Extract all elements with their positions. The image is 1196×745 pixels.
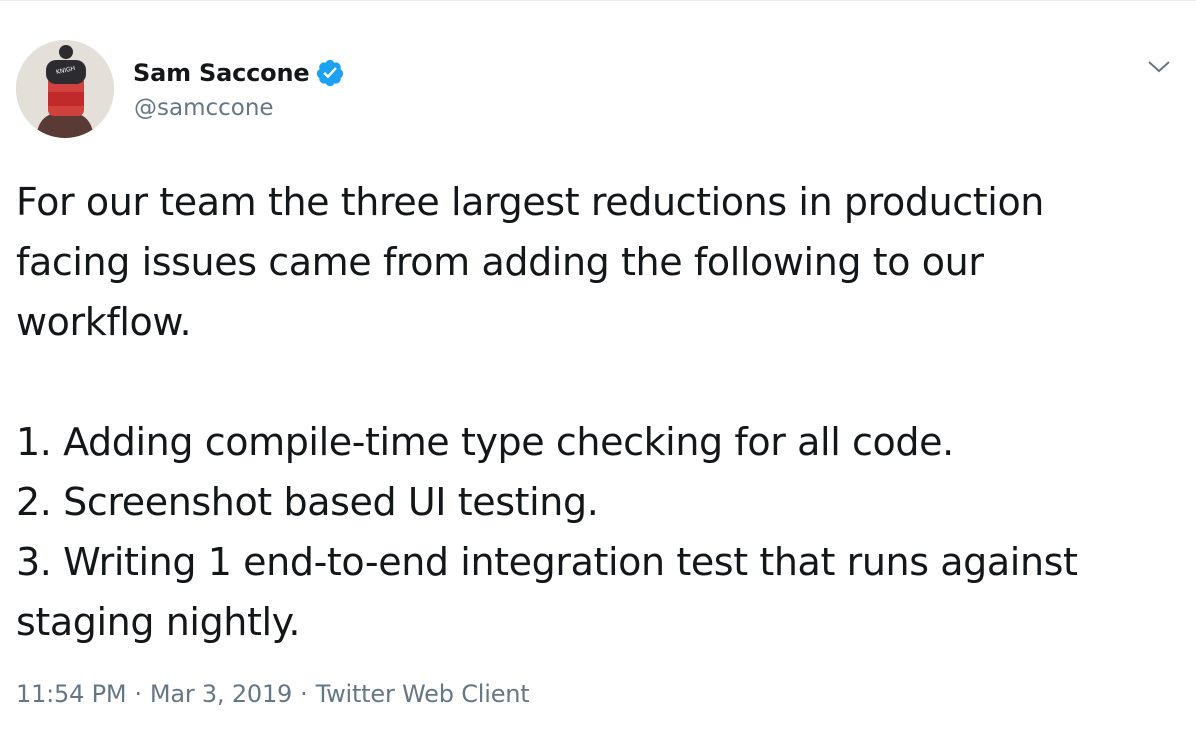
tweet-line: 2. Screenshot based UI testing. xyxy=(16,480,599,524)
meta-separator: · xyxy=(300,680,308,708)
author-name-row: Sam Saccone xyxy=(133,55,345,91)
tweet-line: 1. Adding compile-time type checking for… xyxy=(16,420,954,464)
tweet-time: 11:54 PM xyxy=(16,680,127,708)
tweet-line: 3. Writing 1 end-to-end integration test… xyxy=(16,540,1078,584)
tweet-text: For our team the three largest reduction… xyxy=(16,172,1186,652)
verified-badge-icon xyxy=(315,58,345,88)
tweet-line: facing issues came from adding the follo… xyxy=(16,240,984,284)
tweet-date: Mar 3, 2019 xyxy=(149,680,293,708)
author-handle[interactable]: @samccone xyxy=(134,95,274,121)
chevron-down-icon[interactable] xyxy=(1146,54,1172,80)
meta-separator: · xyxy=(134,680,142,708)
tweet-line: staging nightly. xyxy=(16,600,300,644)
author-avatar[interactable]: KNIGH xyxy=(16,40,114,138)
author-display-name[interactable]: Sam Saccone xyxy=(133,59,310,87)
tweet-client-link[interactable]: Twitter Web Client xyxy=(316,680,530,708)
tweet-line: For our team the three largest reduction… xyxy=(16,180,1044,224)
top-divider xyxy=(0,0,1196,1)
tweet-metadata: 11:54 PM · Mar 3, 2019 · Twitter Web Client xyxy=(16,680,530,708)
tweet-timestamp-link[interactable]: 11:54 PM · Mar 3, 2019 xyxy=(16,680,292,708)
tweet-line: workflow. xyxy=(16,300,192,344)
avatar-image: KNIGH xyxy=(16,40,114,138)
